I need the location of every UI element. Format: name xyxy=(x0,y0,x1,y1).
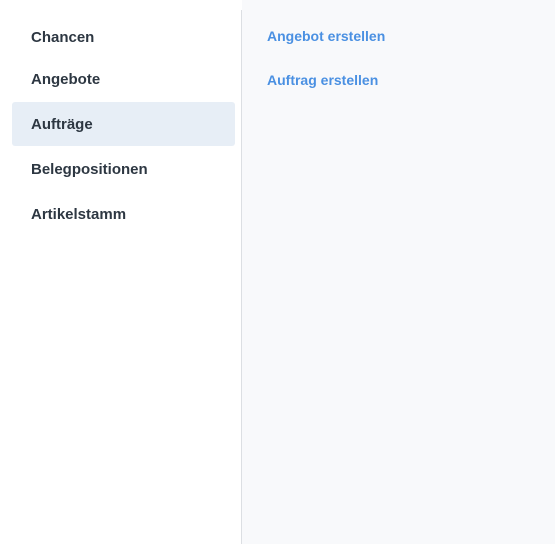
menu-item-belegpositionen[interactable]: Belegpositionen xyxy=(12,147,235,191)
menu-item-angebote[interactable]: Angebote xyxy=(12,57,235,101)
menu-item-auftraege[interactable]: Aufträge xyxy=(12,102,235,146)
menu-item-label: Belegpositionen xyxy=(31,160,148,178)
menu-item-label: Angebote xyxy=(31,70,101,88)
menu-item-artikelstamm[interactable]: Artikelstamm xyxy=(12,192,235,236)
menu-item-label: Aufträge xyxy=(31,115,93,133)
navigation-menu: Chancen Angebote Aufträge Belegpositione… xyxy=(0,0,241,544)
create-offer-link[interactable]: Angebot erstellen xyxy=(267,28,385,44)
menu-item-label: Chancen xyxy=(31,28,95,46)
action-panel: Angebot erstellen Auftrag erstellen xyxy=(242,0,555,544)
create-order-link[interactable]: Auftrag erstellen xyxy=(267,72,378,88)
menu-item-label: Artikelstamm xyxy=(31,205,127,223)
menu-item-chancen[interactable]: Chancen xyxy=(12,15,235,59)
